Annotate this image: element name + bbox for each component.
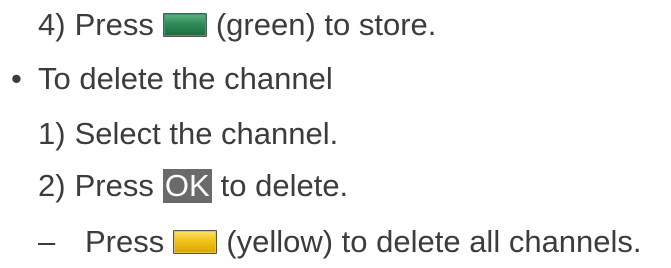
step-store: 4) Press (green) to store. — [38, 5, 436, 45]
ok-button-label: OK — [162, 168, 212, 203]
yellow-button-icon — [173, 230, 218, 254]
step-text-press: Press — [74, 168, 154, 203]
bullet-icon: • — [11, 61, 22, 96]
step-number: 4) — [38, 7, 66, 42]
step-number: 2) — [38, 168, 66, 203]
step-number: 1) — [38, 116, 66, 151]
note-text-press: Press — [85, 224, 165, 259]
step-text-rest: to delete. — [220, 168, 349, 203]
green-button-icon — [162, 13, 207, 37]
note-text-rest: (yellow) to delete all channels. — [226, 224, 642, 259]
dash-icon: – — [38, 224, 56, 259]
step-text-rest: (green) to store. — [215, 7, 437, 42]
step-select: 1) Select the channel. — [38, 114, 338, 154]
step-delete: 2) Press OK to delete. — [38, 166, 348, 206]
step-text: Select the channel. — [74, 116, 339, 151]
step-text-press: Press — [74, 7, 154, 42]
bullet-delete-heading: • To delete the channel — [11, 59, 333, 99]
note-delete-all: – Press (yellow) to delete all channels. — [38, 222, 642, 262]
bullet-text: To delete the channel — [38, 61, 333, 96]
